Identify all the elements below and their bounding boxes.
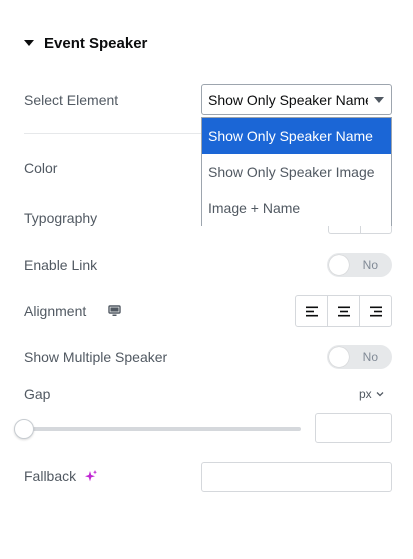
select-element-options: Show Only Speaker Name Show Only Speaker… [201,117,392,226]
multiple-speaker-label: Show Multiple Speaker [24,349,168,365]
section-header[interactable]: Event Speaker [24,33,147,53]
toggle-knob [329,255,349,275]
chevron-down-icon [374,97,384,103]
color-label: Color [24,160,58,176]
fallback-label: Fallback [24,468,77,484]
chevron-down-icon [376,392,384,397]
toggle-knob [329,347,349,367]
option-image-plus-name[interactable]: Image + Name [202,190,391,226]
align-right-icon [369,306,382,316]
enable-link-state: No [362,258,378,272]
gap-label: Gap [24,386,51,402]
section-title: Event Speaker [44,34,148,52]
gap-value-input[interactable] [315,413,392,443]
align-left-icon [305,306,318,316]
gap-slider-track[interactable] [24,427,301,431]
sparkle-icon[interactable] [83,469,98,487]
align-right-button[interactable] [360,296,391,326]
align-center-button[interactable] [328,296,360,326]
align-left-button[interactable] [296,296,328,326]
caret-down-icon [24,40,34,46]
typography-label: Typography [24,210,98,226]
fallback-input[interactable] [201,462,392,492]
multiple-speaker-toggle[interactable]: No [327,345,392,369]
desktop-icon[interactable] [108,304,121,320]
alignment-label: Alignment [24,303,87,319]
multiple-speaker-state: No [362,350,378,364]
option-show-only-speaker-name[interactable]: Show Only Speaker Name [202,118,391,154]
unit-label: px [359,387,372,401]
select-element-value: Show Only Speaker Name [208,91,368,108]
select-element-label: Select Element [24,92,119,108]
unit-selector[interactable]: px [359,386,384,402]
gap-slider-handle[interactable] [14,419,34,439]
enable-link-label: Enable Link [24,257,98,273]
option-show-only-speaker-image[interactable]: Show Only Speaker Image [202,154,391,190]
align-center-icon [337,306,350,316]
alignment-button-group [295,295,392,327]
select-element-dropdown[interactable]: Show Only Speaker Name [201,84,392,115]
enable-link-toggle[interactable]: No [327,253,392,277]
